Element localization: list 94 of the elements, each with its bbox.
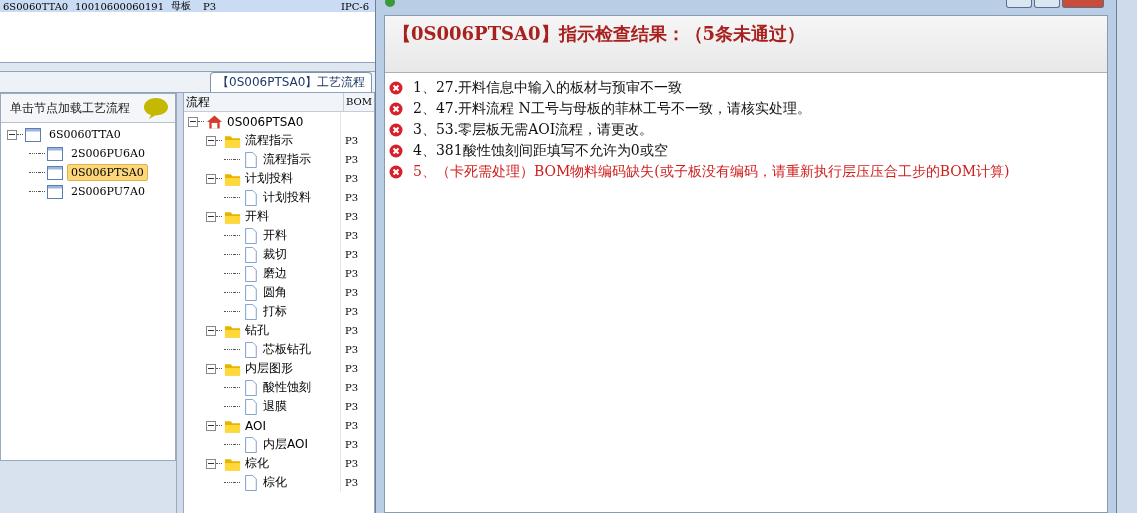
dialog-heading: 【0S006PTSA0】指示检查结果：（5条未通过） <box>393 23 806 44</box>
table-cell: P3 <box>345 439 359 450</box>
tree-node[interactable]: 开料 <box>245 208 269 225</box>
tree-node[interactable]: 圆角 <box>263 284 287 301</box>
table-cell: P3 <box>345 382 359 393</box>
window-icon <box>25 127 41 142</box>
window-icon <box>47 184 63 199</box>
tree-node[interactable]: 磨边 <box>263 265 287 282</box>
table-cell: P3 <box>345 458 359 469</box>
table-cell: P3 <box>345 135 359 146</box>
tree-node[interactable]: 退膜 <box>263 398 287 415</box>
tree-node[interactable]: 钻孔 <box>245 322 269 339</box>
tree-node[interactable]: 流程指示 <box>245 132 293 149</box>
document-icon <box>242 379 259 396</box>
tree-node[interactable]: 流程指示 <box>263 151 311 168</box>
document-icon <box>242 398 259 415</box>
table-cell: P3 <box>345 344 359 355</box>
error-icon <box>389 164 403 179</box>
table-cell: P3 <box>345 363 359 374</box>
table-cell: P3 <box>345 420 359 431</box>
error-icon <box>389 80 403 95</box>
window-icon <box>47 146 63 161</box>
collapse-toggle[interactable] <box>206 135 216 146</box>
check-result: 2、47.开料流程 N工号与母板的菲林工号不一致，请核实处理。 <box>413 99 811 118</box>
document-icon <box>242 227 259 244</box>
tree-node[interactable]: 内层图形 <box>245 360 293 377</box>
tree-node[interactable]: 2S006PU6A0 <box>67 145 149 162</box>
table-cell: P3 <box>345 249 359 260</box>
table-cell: P3 <box>345 230 359 241</box>
minimize-button[interactable] <box>1006 0 1032 8</box>
tree-node[interactable]: 芯板钻孔 <box>263 341 311 358</box>
table-cell: P3 <box>345 154 359 165</box>
document-icon <box>242 189 259 206</box>
document-icon <box>242 436 259 453</box>
document-icon <box>242 284 259 301</box>
tree-node[interactable]: 6S0060TTA0 <box>45 126 125 143</box>
collapse-toggle[interactable] <box>206 420 216 431</box>
tree-node[interactable]: 2S006PU7A0 <box>67 183 149 200</box>
table-cell: P3 <box>345 173 359 184</box>
table-cell-text: 6S0060TTA0 <box>3 0 70 12</box>
app-icon <box>384 0 396 8</box>
process-tab[interactable]: 【0S006PTSA0】工艺流程 <box>210 72 373 92</box>
tree-node[interactable]: 裁切 <box>263 246 287 263</box>
collapse-toggle[interactable] <box>206 211 216 222</box>
document-icon <box>242 151 259 168</box>
error-icon <box>389 122 403 137</box>
table-cell: IPC-6 <box>341 0 370 12</box>
collapse-toggle[interactable] <box>206 325 216 336</box>
column-header[interactable]: BOM <box>344 93 374 111</box>
document-icon <box>242 246 259 263</box>
table-cell: P3 <box>345 192 359 203</box>
check-result: 4、381酸性蚀刻间距填写不允许为0或空 <box>413 141 668 160</box>
check-result: 5、（卡死需处理）BOM物料编码缺失(或子板没有编码，请重新执行层压压合工步的BOM计算) <box>413 162 1010 181</box>
table-cell: P3 <box>345 287 359 298</box>
house-icon <box>206 113 223 130</box>
table-cell: P3 <box>345 477 359 488</box>
speech-bubble-icon <box>143 97 170 119</box>
tree-node[interactable]: 内层AOI <box>263 436 308 453</box>
collapse-toggle[interactable] <box>7 129 17 140</box>
document-icon <box>242 474 259 491</box>
table-cell-text: 母板 <box>171 0 192 13</box>
check-result: 3、53.零层板无需AOI流程，请更改。 <box>413 120 654 139</box>
collapse-toggle[interactable] <box>206 363 216 374</box>
column-header[interactable]: 流程 <box>184 93 344 111</box>
table-cell: P3 <box>345 325 359 336</box>
tree-node[interactable]: 0S006PTSA0 <box>67 164 148 181</box>
tree-node[interactable]: AOI <box>245 418 266 433</box>
tree-node[interactable]: 酸性蚀刻 <box>263 379 311 396</box>
tree-node[interactable]: 打标 <box>263 303 287 320</box>
error-icon <box>389 101 403 116</box>
error-icon <box>389 143 403 158</box>
check-result: 1、27.开料信息中输入的板材与预审不一致 <box>413 78 683 97</box>
collapse-toggle[interactable] <box>206 458 216 469</box>
tree-node[interactable]: 棕化 <box>245 455 269 472</box>
document-icon <box>242 265 259 282</box>
window-icon <box>47 165 63 180</box>
collapse-toggle[interactable] <box>206 173 216 184</box>
tree-node[interactable]: 计划投料 <box>245 170 293 187</box>
tree-node[interactable]: 开料 <box>263 227 287 244</box>
table-cell: P3 <box>345 211 359 222</box>
table-cell-text: 10010600060191 <box>75 0 166 12</box>
table-cell: P3 <box>345 401 359 412</box>
document-icon <box>242 341 259 358</box>
maximize-button[interactable] <box>1034 0 1060 8</box>
tree-node[interactable]: 计划投料 <box>263 189 311 206</box>
tree-node[interactable]: 棕化 <box>263 474 287 491</box>
table-cell: P3 <box>345 306 359 317</box>
table-cell: P3 <box>345 268 359 279</box>
splitter-handle[interactable] <box>176 93 184 513</box>
tree-node[interactable]: 0S006PTSA0 <box>227 114 304 129</box>
panel-hint: 单击节点加载工艺流程 <box>10 99 130 117</box>
table-cell-text: P3 <box>203 0 218 12</box>
document-icon <box>242 303 259 320</box>
collapse-toggle[interactable] <box>188 116 198 127</box>
